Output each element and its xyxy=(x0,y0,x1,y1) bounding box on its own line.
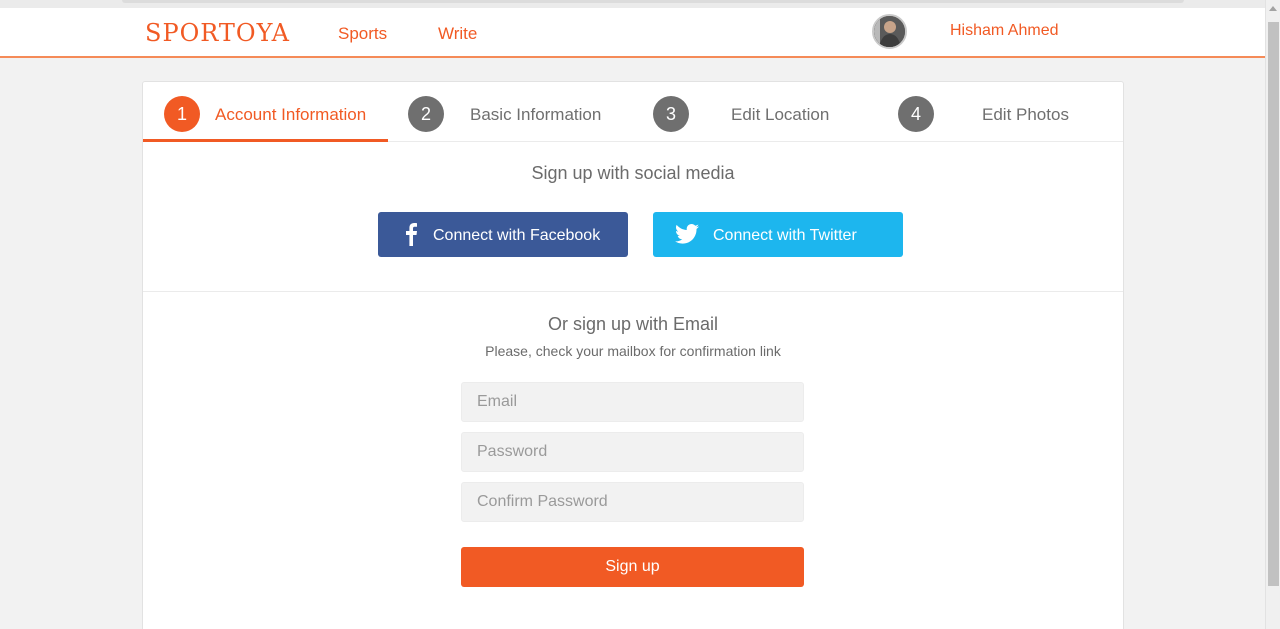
social-signup-heading: Sign up with social media xyxy=(531,163,735,183)
scroll-thumb[interactable] xyxy=(1268,22,1279,586)
avatar-photo-icon xyxy=(874,16,905,47)
step-label: Basic Information xyxy=(470,105,602,124)
step-label: Edit Location xyxy=(731,105,830,124)
connect-facebook-button[interactable]: Connect with Facebook xyxy=(378,212,628,257)
sign-up-button[interactable]: Sign up xyxy=(461,547,804,587)
email-signup-heading: Or sign up with Email xyxy=(547,314,719,334)
top-navbar: SPORTOYA Sports Write Hisham Ahmed xyxy=(0,8,1265,58)
twitter-button-label: Connect with Twitter xyxy=(713,227,857,244)
connect-twitter-button[interactable]: Connect with Twitter xyxy=(653,212,903,257)
page-scrollbar[interactable] xyxy=(1265,0,1280,629)
signup-card: 1 Account Information 2 Basic Informatio… xyxy=(142,81,1124,629)
nav-write-link[interactable]: Write xyxy=(438,24,477,44)
facebook-icon xyxy=(404,222,418,251)
step-edit-photos[interactable]: 4 Edit Photos xyxy=(878,82,1123,142)
step-account-information[interactable]: 1 Account Information xyxy=(143,82,388,142)
twitter-icon xyxy=(675,224,699,249)
signup-steps: 1 Account Information 2 Basic Informatio… xyxy=(143,82,1123,142)
confirmation-note: Please, check your mailbox for confirmat… xyxy=(485,343,781,359)
top-strip-edge xyxy=(122,0,1184,3)
step-label: Edit Photos xyxy=(982,105,1069,124)
confirm-password-field[interactable] xyxy=(461,482,804,522)
step-basic-information[interactable]: 2 Basic Information xyxy=(388,82,633,142)
nav-sports-link[interactable]: Sports xyxy=(338,24,387,44)
step-edit-location[interactable]: 3 Edit Location xyxy=(633,82,878,142)
step-number: 1 xyxy=(164,96,200,132)
section-divider xyxy=(143,291,1123,292)
step-number: 4 xyxy=(898,96,934,132)
sportoya-logo[interactable]: SPORTOYA xyxy=(145,19,290,47)
step-label: Account Information xyxy=(215,105,367,124)
step-number: 2 xyxy=(408,96,444,132)
scroll-up-arrow-icon[interactable] xyxy=(1269,6,1277,11)
password-field[interactable] xyxy=(461,432,804,472)
facebook-button-label: Connect with Facebook xyxy=(433,227,601,244)
step-number: 3 xyxy=(653,96,689,132)
browser-top-strip xyxy=(0,0,1265,8)
email-field[interactable] xyxy=(461,382,804,422)
user-name-link[interactable]: Hisham Ahmed xyxy=(950,22,1059,40)
user-avatar[interactable] xyxy=(872,14,907,49)
